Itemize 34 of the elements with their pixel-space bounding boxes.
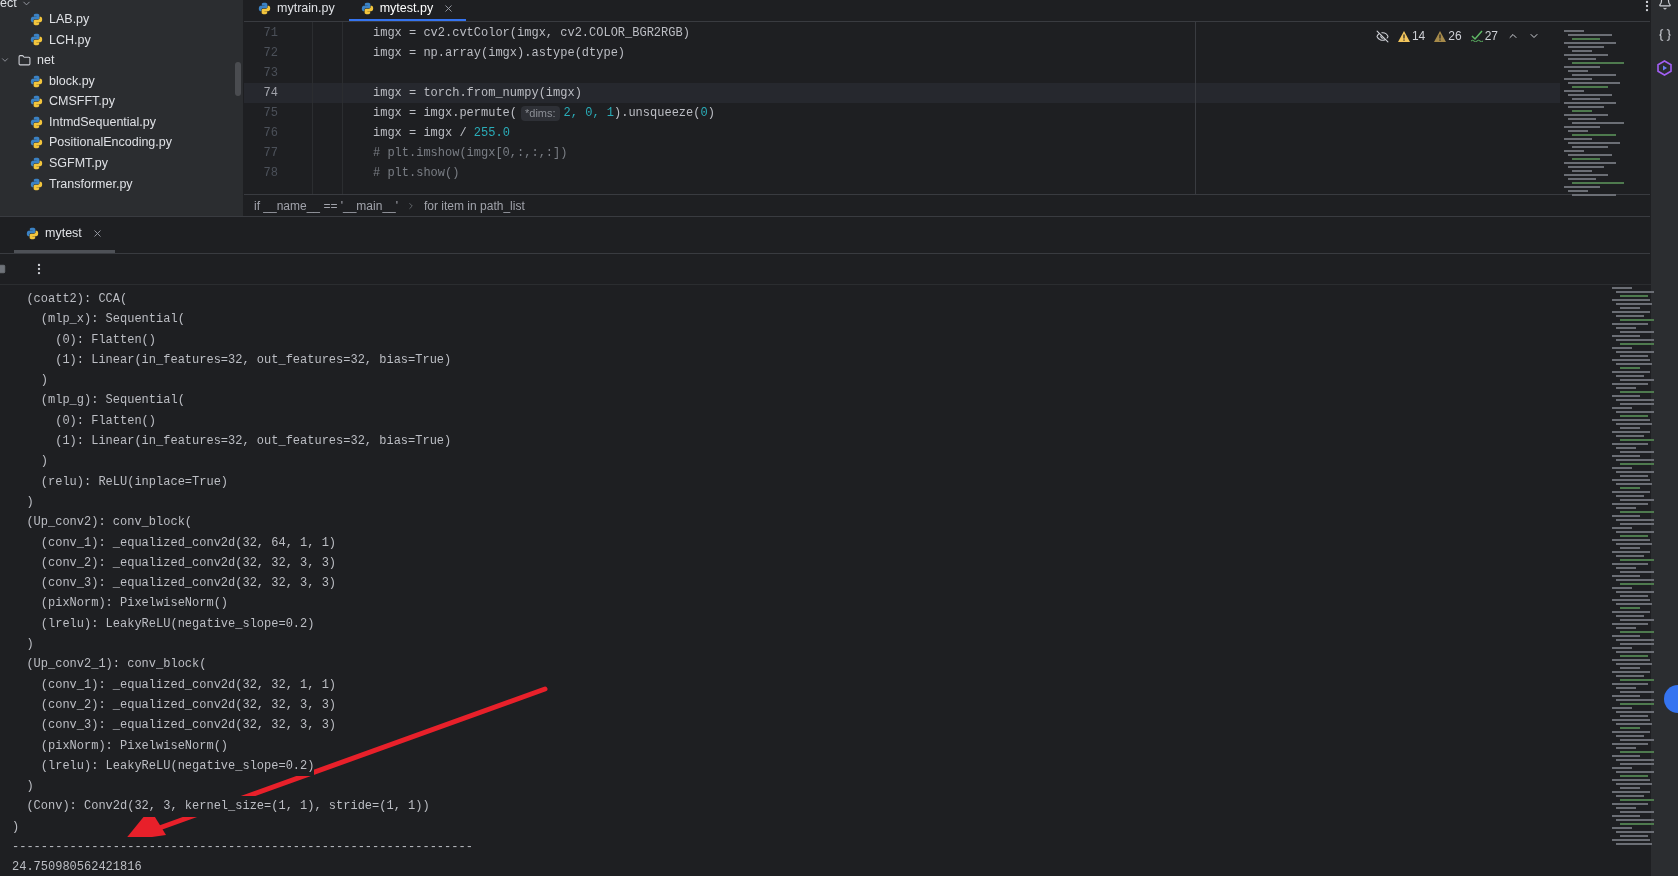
code-token: imgx = imgx / bbox=[373, 125, 468, 142]
code-token: 2, 0, 1 bbox=[563, 105, 614, 122]
tree-item[interactable]: block.py bbox=[49, 71, 95, 91]
code-token: 0 bbox=[700, 105, 708, 122]
parameter-hint: *dims: bbox=[521, 105, 560, 121]
tree-item[interactable]: IntmdSequential.py bbox=[49, 112, 156, 132]
tree-item[interactable]: Transformer.py bbox=[49, 174, 133, 194]
inspection-count: 27 bbox=[1484, 28, 1498, 45]
breadcrumb[interactable]: for item in path_list bbox=[424, 196, 525, 215]
code-token: imgx = np.array(imgx).astype(dtype) bbox=[373, 45, 626, 62]
run-tab[interactable]: mytest bbox=[14, 217, 115, 253]
tab-label: mytrain.py bbox=[277, 0, 335, 17]
tree-item[interactable]: SGFMT.py bbox=[49, 154, 109, 173]
tree-item[interactable]: net bbox=[37, 51, 55, 70]
breadcrumb[interactable]: if __name__ == '__main__' bbox=[254, 196, 399, 215]
code-token: imgx = imgx.permute( bbox=[373, 105, 518, 122]
tree-item[interactable]: CMSFFT.py bbox=[49, 92, 115, 112]
code-token: # plt.show() bbox=[373, 165, 460, 182]
code-token: imgx = torch.from_numpy(imgx) bbox=[373, 85, 582, 102]
code-token: ).unsqueeze( bbox=[614, 105, 701, 122]
line-number: 74 bbox=[262, 85, 278, 102]
tab-label: mytest bbox=[45, 225, 82, 243]
tree-item[interactable]: LCH.py bbox=[49, 30, 91, 50]
inspection-count: 26 bbox=[1448, 28, 1462, 45]
code-token: 255.0 bbox=[473, 125, 510, 142]
tree-item[interactable]: LAB.py bbox=[49, 9, 90, 29]
editor-tab[interactable]: mytrain.py bbox=[246, 0, 347, 21]
tab-label: mytest.py bbox=[379, 0, 434, 17]
code-token: # plt.imshow(imgx[0,:,:,:]) bbox=[373, 145, 568, 162]
tree-item[interactable]: PositionalEncoding.py bbox=[49, 133, 172, 153]
code-token: ) bbox=[707, 105, 715, 122]
inspection-count: 14 bbox=[1411, 28, 1426, 45]
editor-tab[interactable]: mytest.py bbox=[348, 0, 467, 21]
code-token: imgx = cv2.cvtColor(imgx, cv2.COLOR_BGR2RGB) bbox=[373, 25, 690, 42]
